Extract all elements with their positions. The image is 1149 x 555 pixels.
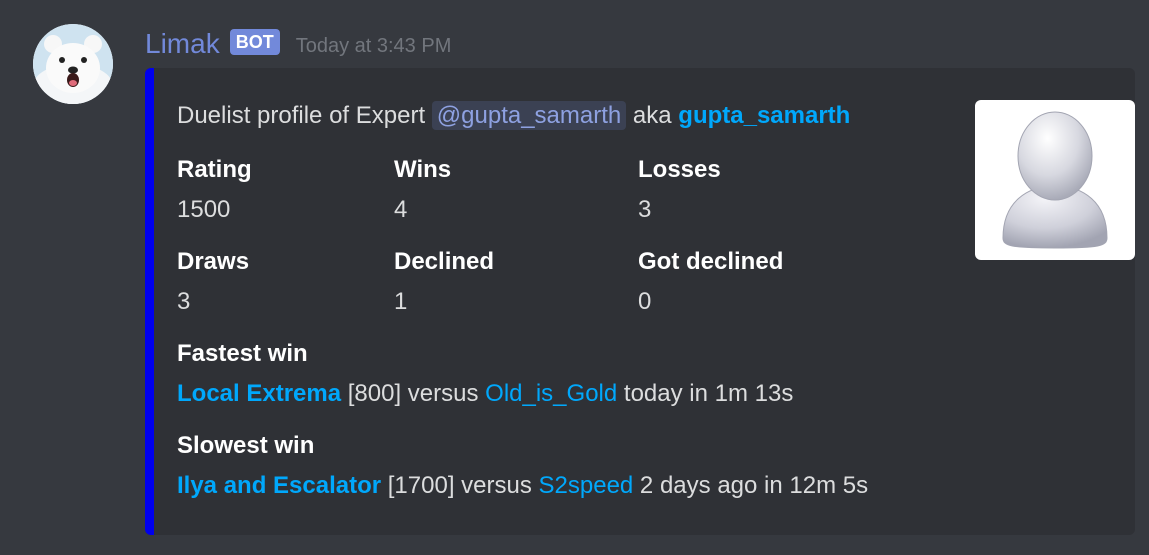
field-value: 3	[177, 288, 191, 315]
field-name: Declined	[394, 248, 495, 275]
message-timestamp: Today at 3:43 PM	[295, 34, 452, 57]
embed-accent-bar	[145, 68, 154, 535]
field-value: 4	[394, 196, 408, 223]
field-name: Draws	[177, 248, 250, 275]
avatar[interactable]	[33, 24, 113, 104]
field-name: Wins	[394, 156, 452, 183]
field-losses: Losses 3	[638, 154, 721, 226]
field-declined: Declined 1	[394, 246, 494, 318]
default-user-icon	[1002, 111, 1108, 249]
problem-rating: [1700] versus	[381, 472, 539, 499]
field-rating: Rating 1500	[177, 154, 252, 226]
problem-link[interactable]: Local Extrema	[177, 380, 341, 407]
field-fastest-win: Fastest win Local Extrema [800] versus O…	[177, 338, 793, 410]
description-prefix: Duelist profile of Expert	[177, 102, 432, 129]
author-name[interactable]: Limak	[145, 28, 220, 60]
opponent-link[interactable]: S2speed	[539, 472, 634, 499]
field-value: Local Extrema [800] versus Old_is_Gold t…	[177, 378, 793, 410]
opponent-link[interactable]: Old_is_Gold	[485, 380, 617, 407]
user-mention[interactable]: @gupta_samarth	[431, 101, 627, 130]
field-draws: Draws 3	[177, 246, 249, 318]
field-value: 1	[394, 288, 408, 315]
field-name: Got declined	[638, 248, 784, 275]
field-name: Fastest win	[177, 340, 308, 367]
field-got-declined: Got declined 0	[638, 246, 783, 318]
field-value: Ilya and Escalator [1700] versus S2speed…	[177, 470, 868, 502]
description-middle: aka	[626, 102, 679, 129]
field-name: Rating	[177, 156, 252, 183]
chat-message: Limak BOT Today at 3:43 PM Duelist profi…	[0, 0, 1149, 555]
bot-badge: BOT	[229, 29, 280, 55]
field-name: Losses	[638, 156, 721, 183]
problem-rating: [800] versus	[341, 380, 486, 407]
win-detail: today in 1m 13s	[617, 380, 794, 407]
embed-thumbnail[interactable]	[975, 100, 1135, 260]
problem-link[interactable]: Ilya and Escalator	[177, 472, 381, 499]
profile-embed: Duelist profile of Expert @gupta_samarth…	[145, 68, 1135, 535]
field-wins: Wins 4	[394, 154, 451, 226]
win-detail: 2 days ago in 12m 5s	[633, 472, 869, 499]
field-name: Slowest win	[177, 432, 315, 459]
field-slowest-win: Slowest win Ilya and Escalator [1700] ve…	[177, 430, 868, 502]
message-header: Limak BOT Today at 3:43 PM	[145, 24, 451, 64]
field-value: 0	[638, 288, 652, 315]
embed-body: Duelist profile of Expert @gupta_samarth…	[177, 68, 1135, 535]
handle-link[interactable]: gupta_samarth	[678, 102, 850, 129]
embed-description: Duelist profile of Expert @gupta_samarth…	[177, 101, 850, 130]
field-value: 1500	[177, 196, 231, 223]
polar-bear-icon	[33, 24, 113, 104]
field-value: 3	[638, 196, 652, 223]
